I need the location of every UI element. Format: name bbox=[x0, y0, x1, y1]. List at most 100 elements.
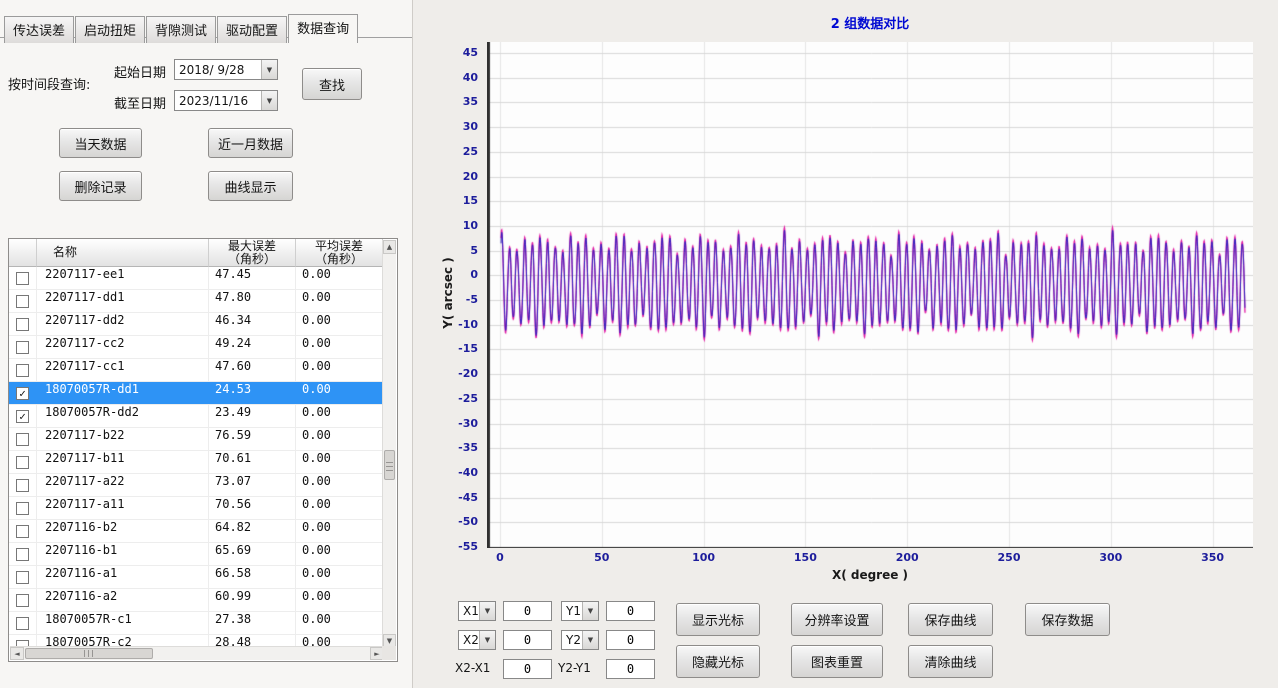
table-row[interactable]: 2207117-dd147.800.00 bbox=[9, 290, 383, 313]
tab-data-query[interactable]: 数据查询 bbox=[288, 14, 358, 43]
search-button[interactable]: 查找 bbox=[302, 68, 362, 100]
tab-backlash-test[interactable]: 背隙测试 bbox=[146, 16, 216, 43]
chart-plot[interactable] bbox=[487, 42, 1253, 548]
row-checkbox[interactable] bbox=[16, 617, 29, 630]
row-checkbox[interactable] bbox=[16, 525, 29, 538]
y2-cursor-select[interactable]: Y2 ▼ bbox=[561, 630, 599, 650]
row-max-error: 60.99 bbox=[209, 589, 296, 611]
row-name: 18070057R-c1 bbox=[37, 612, 209, 634]
row-checkbox[interactable] bbox=[16, 548, 29, 561]
end-date-picker[interactable]: 2023/11/16 ▼ bbox=[174, 90, 278, 111]
delta-y-input[interactable] bbox=[606, 659, 655, 679]
table-row[interactable]: 18070057R-c127.380.00 bbox=[9, 612, 383, 635]
hide-cursor-button[interactable]: 隐藏光标 bbox=[676, 645, 760, 678]
row-checkbox-cell bbox=[9, 267, 37, 289]
row-avg-error: 0.00 bbox=[296, 267, 383, 289]
row-checkbox[interactable] bbox=[16, 479, 29, 492]
start-date-picker[interactable]: 2018/ 9/28 ▼ bbox=[174, 59, 278, 80]
row-avg-error: 0.00 bbox=[296, 405, 383, 427]
save-curve-button[interactable]: 保存曲线 bbox=[908, 603, 993, 636]
header-avg-error[interactable]: 平均误差 （角秒） bbox=[296, 239, 383, 267]
curve-display-button[interactable]: 曲线显示 bbox=[208, 171, 293, 201]
chevron-down-icon[interactable]: ▼ bbox=[582, 631, 598, 649]
table-row[interactable]: 2207117-b2276.590.00 bbox=[9, 428, 383, 451]
chevron-down-icon[interactable]: ▼ bbox=[479, 631, 495, 649]
chevron-down-icon[interactable]: ▼ bbox=[582, 602, 598, 620]
row-avg-error: 0.00 bbox=[296, 382, 383, 404]
x2-value-input[interactable] bbox=[503, 630, 552, 650]
y2-value-input[interactable] bbox=[606, 630, 655, 650]
row-avg-error: 0.00 bbox=[296, 359, 383, 381]
horizontal-scroll-thumb[interactable] bbox=[25, 648, 153, 659]
last-month-data-button[interactable]: 近一月数据 bbox=[208, 128, 293, 158]
table-row[interactable]: 2207117-ee147.450.00 bbox=[9, 267, 383, 290]
table-row[interactable]: 2207116-b264.820.00 bbox=[9, 520, 383, 543]
row-name: 2207117-a22 bbox=[37, 474, 209, 496]
header-name[interactable]: 名称 bbox=[37, 239, 209, 267]
table-header: 名称 最大误差 （角秒） 平均误差 （角秒） bbox=[9, 239, 383, 267]
x1-cursor-select[interactable]: X1 ▼ bbox=[458, 601, 496, 621]
tab-drive-config[interactable]: 驱动配置 bbox=[217, 16, 287, 43]
chevron-down-icon[interactable]: ▼ bbox=[261, 91, 277, 110]
delta-x-input[interactable] bbox=[503, 659, 552, 679]
table-row[interactable]: 2207117-a2273.070.00 bbox=[9, 474, 383, 497]
table-row[interactable]: 2207116-a260.990.00 bbox=[9, 589, 383, 612]
table-row[interactable]: 2207117-cc249.240.00 bbox=[9, 336, 383, 359]
y1-cursor-select[interactable]: Y1 ▼ bbox=[561, 601, 599, 621]
row-name: 2207117-dd1 bbox=[37, 290, 209, 312]
row-max-error: 23.49 bbox=[209, 405, 296, 427]
horizontal-scrollbar[interactable]: ◄ ► bbox=[10, 646, 384, 660]
scroll-up-icon[interactable]: ▲ bbox=[383, 240, 396, 254]
table-row[interactable]: 2207117-dd246.340.00 bbox=[9, 313, 383, 336]
row-checkbox[interactable] bbox=[16, 433, 29, 446]
clear-curve-button[interactable]: 清除曲线 bbox=[908, 645, 993, 678]
table-row[interactable]: 2207117-a1170.560.00 bbox=[9, 497, 383, 520]
table-row[interactable]: 2207117-cc147.600.00 bbox=[9, 359, 383, 382]
tab-transmission-error[interactable]: 传达误差 bbox=[4, 16, 74, 43]
x2-cursor-select[interactable]: X2 ▼ bbox=[458, 630, 496, 650]
header-max-error[interactable]: 最大误差 （角秒） bbox=[209, 239, 296, 267]
row-max-error: 47.45 bbox=[209, 267, 296, 289]
delete-record-button[interactable]: 删除记录 bbox=[59, 171, 142, 201]
y-tick-label: 10 bbox=[440, 219, 478, 232]
row-checkbox[interactable]: ✓ bbox=[16, 387, 29, 400]
row-avg-error: 0.00 bbox=[296, 543, 383, 565]
table-row[interactable]: 2207117-b1170.610.00 bbox=[9, 451, 383, 474]
resolution-settings-button[interactable]: 分辨率设置 bbox=[791, 603, 883, 636]
vertical-scroll-thumb[interactable] bbox=[384, 450, 395, 480]
row-name: 18070057R-dd1 bbox=[37, 382, 209, 404]
y-tick-label: 15 bbox=[440, 194, 478, 207]
table-row[interactable]: 2207116-b165.690.00 bbox=[9, 543, 383, 566]
row-checkbox[interactable] bbox=[16, 502, 29, 515]
x1-value-input[interactable] bbox=[503, 601, 552, 621]
row-checkbox[interactable] bbox=[16, 456, 29, 469]
row-checkbox[interactable] bbox=[16, 295, 29, 308]
today-data-button[interactable]: 当天数据 bbox=[59, 128, 142, 158]
y-tick-label: -50 bbox=[440, 515, 478, 528]
row-checkbox[interactable] bbox=[16, 272, 29, 285]
row-checkbox[interactable] bbox=[16, 571, 29, 584]
y-tick-label: 45 bbox=[440, 46, 478, 59]
table-row[interactable]: ✓ 18070057R-dd223.490.00 bbox=[9, 405, 383, 428]
row-checkbox[interactable] bbox=[16, 318, 29, 331]
row-name: 2207117-ee1 bbox=[37, 267, 209, 289]
show-cursor-button[interactable]: 显示光标 bbox=[676, 603, 760, 636]
row-checkbox[interactable] bbox=[16, 341, 29, 354]
chart-reset-button[interactable]: 图表重置 bbox=[791, 645, 883, 678]
table-row[interactable]: 2207116-a166.580.00 bbox=[9, 566, 383, 589]
chevron-down-icon[interactable]: ▼ bbox=[261, 60, 277, 79]
vertical-scrollbar[interactable]: ▲ ▼ bbox=[382, 240, 396, 648]
table-row[interactable]: ✓18070057R-dd124.530.00 bbox=[9, 382, 383, 405]
row-checkbox-cell: ✓ bbox=[9, 382, 37, 404]
save-data-button[interactable]: 保存数据 bbox=[1025, 603, 1110, 636]
row-checkbox[interactable] bbox=[16, 364, 29, 377]
y1-value-input[interactable] bbox=[606, 601, 655, 621]
row-name: 18070057R-dd2 bbox=[37, 405, 209, 427]
x-tick-label: 250 bbox=[989, 551, 1029, 564]
tab-start-torque[interactable]: 启动扭矩 bbox=[75, 16, 145, 43]
row-checkbox[interactable] bbox=[16, 594, 29, 607]
chevron-down-icon[interactable]: ▼ bbox=[479, 602, 495, 620]
scroll-left-icon[interactable]: ◄ bbox=[10, 647, 24, 660]
table-body: 2207117-ee147.450.002207117-dd147.800.00… bbox=[9, 267, 383, 647]
row-checkbox[interactable]: ✓ bbox=[16, 410, 29, 423]
